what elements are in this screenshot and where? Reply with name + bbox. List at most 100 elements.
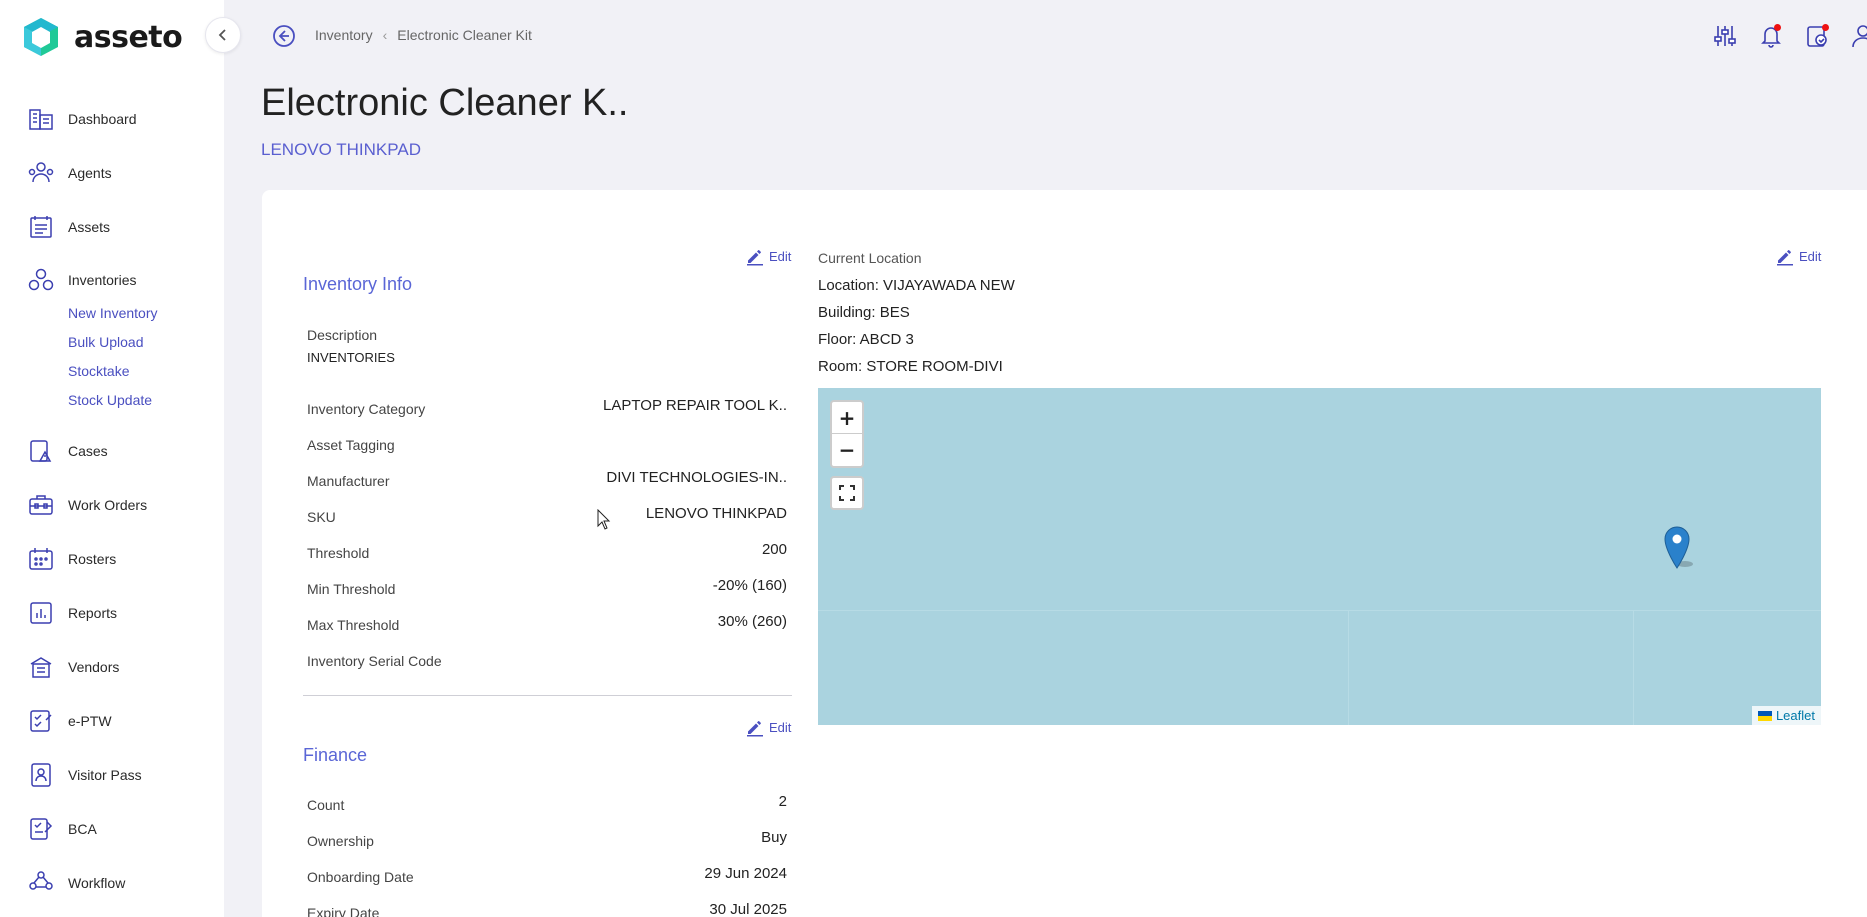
field-value: -20% (160) xyxy=(712,577,787,594)
sidebar-item-reports[interactable]: Reports xyxy=(28,598,117,628)
building-value: Building: BES xyxy=(818,304,910,321)
sidebar-item-visitor-pass[interactable]: Visitor Pass xyxy=(28,760,142,790)
leaflet-link[interactable]: Leaflet xyxy=(1776,708,1815,723)
field-label: Threshold xyxy=(307,545,370,561)
sidebar-item-work-orders[interactable]: Work Orders xyxy=(28,490,147,520)
sidebar-item-workflow[interactable]: Workflow xyxy=(28,868,125,898)
field-label: Manufacturer xyxy=(307,473,390,489)
assets-icon xyxy=(30,216,52,238)
sidebar-item-eptw[interactable]: e-PTW xyxy=(28,706,112,736)
zoom-out-button[interactable]: − xyxy=(832,434,862,466)
notification-dot xyxy=(1822,24,1829,31)
sidebar-item-dashboard[interactable]: Dashboard xyxy=(28,104,137,134)
room-value: Room: STORE ROOM-DIVI xyxy=(818,358,1003,375)
sidebar-item-label: Inventories xyxy=(68,272,137,288)
sidebar-item-cases[interactable]: Cases xyxy=(28,436,108,466)
field-value: 30 Jul 2025 xyxy=(709,901,787,917)
sidebar-item-label: Agents xyxy=(68,165,112,181)
profile-button[interactable] xyxy=(1849,22,1867,50)
fullscreen-icon xyxy=(839,485,855,501)
breadcrumb-current: Electronic Cleaner Kit xyxy=(397,27,532,43)
collapse-sidebar-button[interactable] xyxy=(205,17,241,53)
field-value: 29 Jun 2024 xyxy=(704,865,787,882)
location-map[interactable]: + − Leaflet xyxy=(818,388,1821,725)
sidebar-item-label: Vendors xyxy=(68,659,120,675)
back-button[interactable] xyxy=(272,24,296,48)
sidebar-item-label: BCA xyxy=(68,821,97,837)
zoom-in-button[interactable]: + xyxy=(832,402,862,434)
pencil-icon xyxy=(747,250,763,266)
finance-title: Finance xyxy=(303,745,368,765)
sidebar-item-label: e-PTW xyxy=(68,713,112,729)
location-value: Location: VIJAYAWADA NEW xyxy=(818,277,1015,294)
sidebar-item-rosters[interactable]: Rosters xyxy=(28,544,116,574)
sidebar-item-label: Dashboard xyxy=(68,111,137,127)
inventory-info-title: Inventory Info xyxy=(303,274,413,294)
user-icon xyxy=(1852,25,1867,48)
map-pin-icon[interactable] xyxy=(1663,524,1697,570)
fullscreen-button[interactable] xyxy=(830,476,864,510)
description-value: INVENTORIES xyxy=(307,350,395,365)
field-label: Inventory Serial Code xyxy=(307,653,442,669)
current-location-label: Current Location xyxy=(818,250,922,266)
breadcrumb-parent-link[interactable]: Inventory xyxy=(315,27,373,43)
sidebar-item-label: Workflow xyxy=(68,875,126,891)
sidebar-subitem-bulk-upload[interactable]: Bulk Upload xyxy=(68,334,144,350)
rosters-icon xyxy=(29,548,53,570)
eptw-icon xyxy=(30,710,52,732)
edit-location-button[interactable]: Edit xyxy=(1775,246,1821,266)
sidebar-item-bca[interactable]: BCA xyxy=(28,814,97,844)
edit-label: Edit xyxy=(769,719,792,735)
zoom-control: + − xyxy=(830,400,864,468)
breadcrumb: Inventory ‹ Electronic Cleaner Kit xyxy=(315,27,532,43)
field-label: Asset Tagging xyxy=(307,437,395,453)
chevron-left-icon xyxy=(218,29,226,41)
field-label: Min Threshold xyxy=(307,581,396,597)
filters-button[interactable] xyxy=(1711,22,1739,50)
asseto-logo-icon xyxy=(24,18,58,56)
field-value: 2 xyxy=(778,793,787,810)
field-value: LAPTOP REPAIR TOOL K.. xyxy=(603,397,787,414)
map-tile-seam xyxy=(1348,610,1349,725)
field-label: Count xyxy=(307,797,345,813)
sidebar-item-assets[interactable]: Assets xyxy=(28,212,110,242)
field-label: SKU xyxy=(307,509,336,525)
sidebar: asseto Dashboard Agents Assets Inventori… xyxy=(0,0,224,917)
top-toolbar xyxy=(1693,22,1867,50)
ukraine-flag-icon xyxy=(1757,710,1772,721)
sidebar-subitem-new-inventory[interactable]: New Inventory xyxy=(68,305,157,321)
sidebar-item-inventories[interactable]: Inventories xyxy=(28,265,136,295)
sidebar-item-label: Cases xyxy=(68,443,108,459)
bca-icon xyxy=(30,818,53,840)
sidebar-subitem-stocktake[interactable]: Stocktake xyxy=(68,363,129,379)
edit-label: Edit xyxy=(1799,248,1822,264)
pencil-icon xyxy=(1777,250,1793,266)
sidebar-item-vendors[interactable]: Vendors xyxy=(28,652,119,682)
vendors-icon xyxy=(30,657,52,678)
field-label: Expiry Date xyxy=(307,905,380,917)
tasks-button[interactable] xyxy=(1803,22,1831,50)
floor-value: Floor: ABCD 3 xyxy=(818,331,914,348)
edit-finance-button[interactable]: Edit xyxy=(745,717,791,737)
field-value: 200 xyxy=(761,541,787,558)
sidebar-item-agents[interactable]: Agents xyxy=(28,158,112,188)
reports-icon xyxy=(30,602,52,624)
brand-logo[interactable]: asseto xyxy=(20,16,183,58)
edit-label: Edit xyxy=(769,248,792,264)
field-value: 30% (260) xyxy=(717,613,787,630)
sidebar-subitem-stock-update[interactable]: Stock Update xyxy=(68,392,152,408)
page-subtitle: LENOVO THINKPAD xyxy=(261,140,421,159)
agents-icon xyxy=(28,162,54,183)
map-attribution[interactable]: Leaflet xyxy=(1751,706,1821,725)
pencil-icon xyxy=(747,721,763,737)
notifications-button[interactable] xyxy=(1757,22,1785,50)
sidebar-item-label: Rosters xyxy=(68,551,117,567)
visitor-pass-icon xyxy=(31,763,51,787)
field-label: Inventory Category xyxy=(307,401,426,417)
edit-inventory-info-button[interactable]: Edit xyxy=(745,246,791,266)
sidebar-item-label: Reports xyxy=(68,605,118,621)
sidebar-item-label: Visitor Pass xyxy=(68,767,142,783)
cases-icon xyxy=(30,440,52,462)
section-divider xyxy=(303,695,792,696)
dashboard-icon xyxy=(29,109,53,130)
